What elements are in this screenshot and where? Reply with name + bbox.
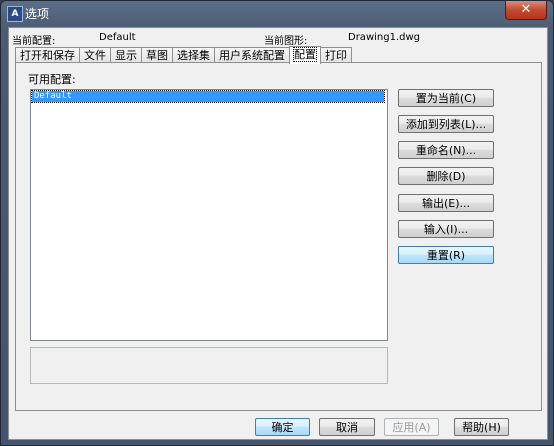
- rename-button[interactable]: 重命名(N)...: [398, 141, 494, 159]
- apply-button[interactable]: 应用(A): [384, 418, 439, 436]
- export-button[interactable]: 输出(E)...: [398, 194, 494, 212]
- options-dialog: A 选项 ✕ 当前配置: Default 当前图形: Drawing1.dwg …: [0, 0, 554, 446]
- help-button[interactable]: 帮助(H): [454, 418, 509, 436]
- app-icon: A: [7, 6, 23, 22]
- close-button[interactable]: ✕: [505, 1, 547, 20]
- delete-button[interactable]: 删除(D): [398, 167, 494, 185]
- reset-button[interactable]: 重置(R): [398, 246, 494, 264]
- cancel-button[interactable]: 取消: [319, 418, 375, 436]
- list-item[interactable]: Default: [31, 90, 385, 103]
- tab-user-preferences[interactable]: 用户系统配置: [214, 47, 290, 63]
- title-bar[interactable]: A 选项 ✕: [1, 1, 553, 25]
- available-profiles-label: 可用配置:: [28, 73, 76, 86]
- profile-description-box: [30, 347, 388, 384]
- profiles-panel: 可用配置: Default 置为当前(C) 添加到列表(L)... 重命名(N)…: [15, 62, 542, 411]
- tab-profiles[interactable]: 配置: [289, 46, 321, 64]
- current-profile-label: 当前配置:: [12, 36, 56, 47]
- current-drawing-value: Drawing1.dwg: [348, 32, 420, 43]
- ok-button[interactable]: 确定: [255, 418, 310, 436]
- tab-drafting[interactable]: 草图: [141, 47, 173, 63]
- tab-strip: 打开和保存 文件 显示 草图 选择集 用户系统配置 配置 打印: [15, 46, 352, 64]
- tab-selection[interactable]: 选择集: [172, 47, 215, 63]
- current-profile-value: Default: [99, 32, 136, 43]
- import-button[interactable]: 输入(I)...: [398, 220, 494, 238]
- set-current-button[interactable]: 置为当前(C): [398, 89, 494, 107]
- current-drawing-label: 当前图形:: [264, 36, 308, 47]
- add-to-list-button[interactable]: 添加到列表(L)...: [398, 115, 494, 133]
- dialog-body: 当前配置: Default 当前图形: Drawing1.dwg 打开和保存 文…: [8, 27, 548, 440]
- tab-open-save[interactable]: 打开和保存: [15, 47, 80, 63]
- tab-plot[interactable]: 打印: [320, 47, 352, 63]
- profiles-list[interactable]: Default: [30, 89, 388, 341]
- tab-files[interactable]: 文件: [79, 47, 111, 63]
- tab-display[interactable]: 显示: [110, 47, 142, 63]
- dialog-title: 选项: [25, 7, 50, 21]
